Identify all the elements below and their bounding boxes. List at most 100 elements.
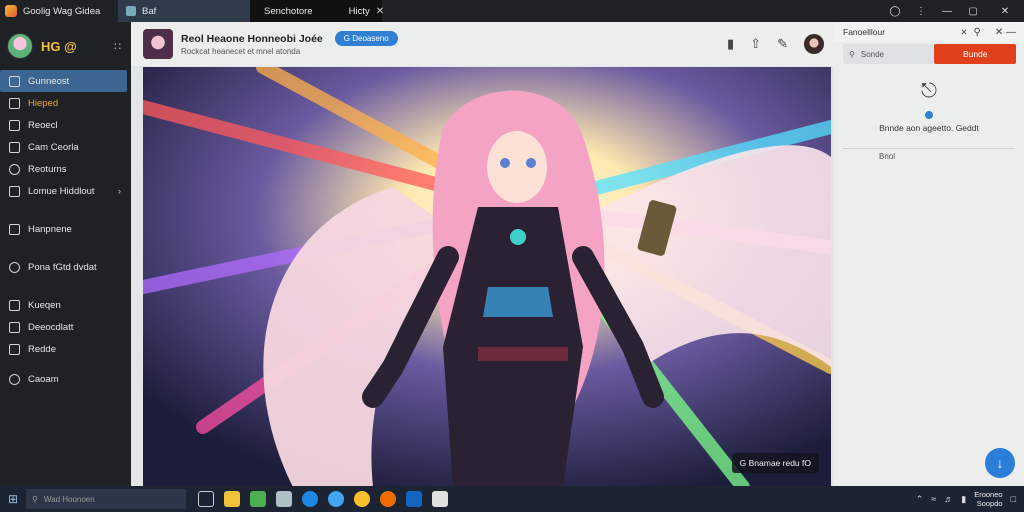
flame-icon [9, 97, 20, 109]
search-placeholder: Sonde [860, 49, 884, 59]
app-logo-icon [5, 5, 17, 17]
post-header: Reol Heaone Honneobi Joée Rockcat heanec… [131, 22, 834, 66]
sidebar-item-3[interactable]: Cam Ceorla [0, 136, 127, 158]
artwork-image[interactable]: G Bnamae redu fO [143, 67, 831, 487]
empty-state: ⎋ Bnnde aon ageetto. Geddt [834, 80, 1024, 133]
sidebar-item-4[interactable]: Reoturns [0, 158, 127, 180]
sidebar-item-0[interactable]: Gunneost [0, 70, 127, 92]
firefox-icon[interactable] [380, 491, 396, 507]
volume-icon[interactable]: ♬ [944, 494, 953, 504]
primary-action-button[interactable]: Bunde [934, 44, 1016, 64]
taskbar: ⊞ ⚲ Wad Hoonoen ⌃ ≈ ♬ ▮ Erooneo Soopdo □ [0, 486, 1024, 512]
clock-date: Soopdo [976, 499, 1003, 508]
taskbar-search[interactable]: ⚲ Wad Hoonoen [26, 489, 186, 509]
chat-icon [9, 261, 20, 273]
panel-window-controls[interactable]: ✕ — [995, 27, 1016, 38]
panel-close-icon[interactable]: ✕ [960, 27, 967, 38]
compass-icon [9, 163, 20, 175]
scroll-down-button[interactable]: ↓ [985, 448, 1015, 478]
sidebar-item-8[interactable]: Kueqen [0, 294, 127, 316]
chevron-up-icon[interactable]: ⌃ [916, 494, 924, 505]
bookmark-icon[interactable]: ▮ [727, 36, 734, 52]
app-title-area: Goolig Wag Gidea [0, 0, 118, 22]
wifi-icon[interactable]: ≈ [931, 494, 936, 504]
sidebar-item-label: Hieped [28, 97, 59, 109]
avatar[interactable] [7, 33, 33, 59]
sidebar-item-label: Deeocdlatt [28, 321, 74, 333]
tab-2-extra: Hicty [348, 5, 370, 17]
minimize-icon[interactable]: — [934, 6, 960, 17]
edge-icon[interactable] [302, 491, 318, 507]
user-avatar[interactable] [804, 34, 824, 54]
sidebar-item-label: Reoturns [28, 163, 67, 175]
book-icon [9, 299, 20, 311]
image-caption: G Bnamae redu fO [731, 453, 819, 473]
taskbar-search-text: Wad Hoonoen [43, 494, 95, 504]
sidebar-item-6[interactable]: Hanpnene [0, 218, 127, 240]
settings-icon [9, 373, 20, 385]
arrow-down-icon: ↓ [996, 455, 1004, 471]
window-controls: ◯ ⋮ — ▢ ✕ [882, 0, 1024, 22]
tab-1-label: Baf [142, 5, 157, 17]
sidebar-item-7[interactable]: Pona fGtd dvdat [0, 256, 127, 278]
app-title: Goolig Wag Gidea [23, 5, 101, 17]
author-avatar[interactable] [143, 29, 173, 59]
sidebar-item-label: Hanpnene [28, 223, 72, 235]
search-input[interactable]: ⚲ Sonde [843, 44, 935, 64]
grid-icon[interactable]: ∷ [114, 40, 121, 53]
sidebar-item-label: Reoecl [28, 119, 58, 131]
browser-icon[interactable] [328, 491, 344, 507]
chevron-right-icon: › [117, 185, 121, 197]
post-actions: ▮ ⇧ ✎ [727, 34, 824, 54]
post-meta: Reol Heaone Honneobi Joée Rockcat heanec… [181, 33, 323, 56]
sidebar-item-10[interactable]: Redde [0, 338, 127, 360]
account-icon[interactable]: ◯ [882, 6, 908, 17]
sidebar-item-5[interactable]: Lomue Hiddlout › [0, 180, 127, 202]
layers-icon [9, 185, 20, 197]
panel-search-row: ⚲ Sonde Bunde [834, 42, 1024, 66]
sidebar-item-2[interactable]: Reoecl [0, 114, 127, 136]
follow-button[interactable]: G Deoaseno [334, 31, 398, 46]
empty-message: Bnnde aon ageetto. Geddt [879, 123, 979, 133]
photos-icon[interactable] [276, 491, 292, 507]
share-icon[interactable]: ⇧ [750, 36, 761, 52]
battery-icon[interactable]: ▮ [961, 494, 966, 505]
calendar-icon [9, 141, 20, 153]
tab-close-icon[interactable]: ✕ [376, 6, 384, 17]
menu-icon[interactable]: ⋮ [908, 6, 934, 17]
search-icon[interactable]: ⚲ [974, 27, 981, 38]
artwork-illustration [143, 67, 831, 487]
divider [843, 148, 1015, 149]
tab-2-label: Senchotore [264, 5, 313, 17]
sidebar-item-label: Redde [28, 343, 56, 355]
brand-name: HG @ [41, 38, 77, 54]
store-icon[interactable] [250, 491, 266, 507]
list-icon [9, 343, 20, 355]
tab-1[interactable]: Baf [118, 0, 250, 22]
pen-icon[interactable]: ✎ [777, 36, 788, 52]
app-icon[interactable] [406, 491, 422, 507]
tag-icon: ⎋ [921, 80, 937, 102]
sidebar-item-11[interactable]: Caoam [0, 368, 127, 390]
sidebar-header: HG @ ∷ [0, 22, 131, 70]
tab-favicon-icon [126, 6, 136, 16]
start-icon[interactable]: ⊞ [0, 492, 26, 506]
send-label[interactable]: Bnol [879, 152, 895, 161]
sidebar-item-label: Pona fGtd dvdat [28, 261, 97, 273]
post-subtitle: Rockcat heanecet et mnel atonda [181, 46, 301, 56]
status-dot-icon [925, 111, 933, 119]
close-icon[interactable]: ✕ [986, 6, 1024, 17]
folder-icon[interactable] [224, 491, 240, 507]
maximize-icon[interactable]: ▢ [960, 6, 986, 17]
chrome-icon[interactable] [354, 491, 370, 507]
notification-icon[interactable]: □ [1011, 494, 1016, 504]
bookmark-icon [9, 119, 20, 131]
clock[interactable]: Erooneo Soopdo [974, 490, 1002, 508]
task-view-icon[interactable] [198, 491, 214, 507]
tab-2[interactable]: Senchotore Hicty ✕ [250, 0, 384, 22]
edit-icon [9, 321, 20, 333]
calendar-icon[interactable] [432, 491, 448, 507]
sidebar-item-1[interactable]: Hieped [0, 92, 127, 114]
sidebar-item-9[interactable]: Deeocdlatt [0, 316, 127, 338]
sidebar-item-label: Cam Ceorla [28, 141, 79, 153]
